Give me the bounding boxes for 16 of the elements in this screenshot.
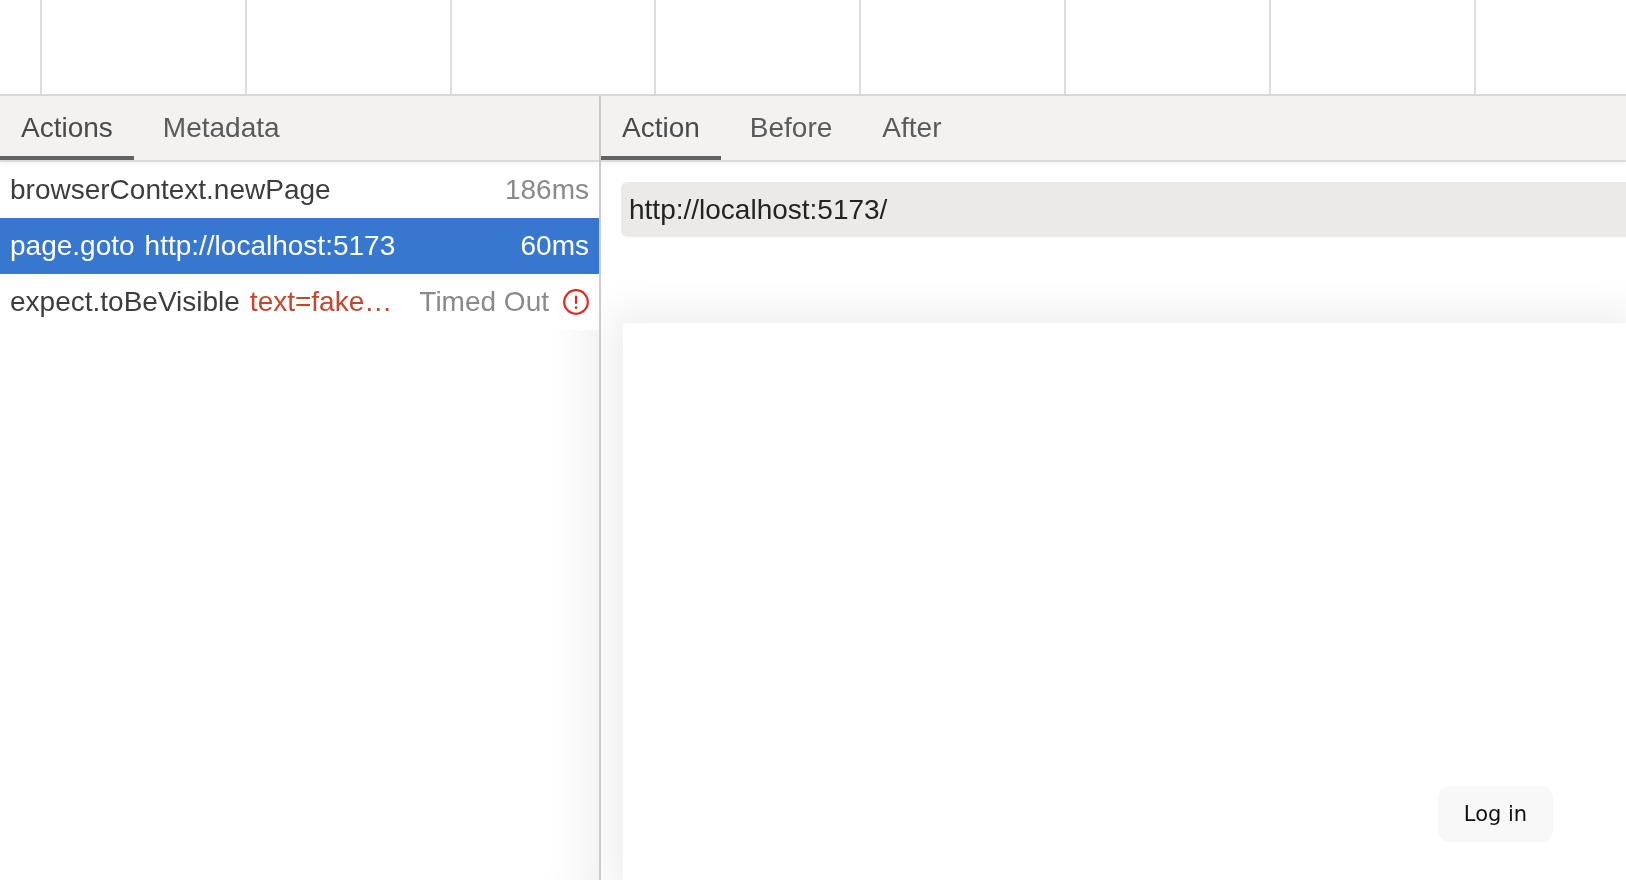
tab[interactable]: Metadata (141, 96, 301, 160)
tab[interactable]: Action (601, 96, 721, 160)
action-status: Timed Out (419, 286, 549, 318)
action-name: browserContext.newPage (10, 174, 331, 206)
action-url: http://localhost:5173 (144, 230, 396, 262)
action-duration: 186ms (504, 174, 589, 206)
tab[interactable]: After (861, 96, 963, 160)
log-in-button[interactable]: Log in (1438, 786, 1553, 842)
action-list-item[interactable]: page.goto http://localhost:5173 60ms (0, 218, 599, 274)
action-name: expect.toBeVisible (10, 286, 240, 318)
tab[interactable]: Actions (0, 96, 134, 160)
action-selector: text=fake… (249, 286, 393, 318)
tab[interactable]: Before (728, 96, 854, 160)
action-duration: 60ms (520, 230, 589, 262)
snapshot-url-bar: http://localhost:5173/ (621, 182, 1626, 237)
action-name: page.goto (10, 230, 135, 262)
